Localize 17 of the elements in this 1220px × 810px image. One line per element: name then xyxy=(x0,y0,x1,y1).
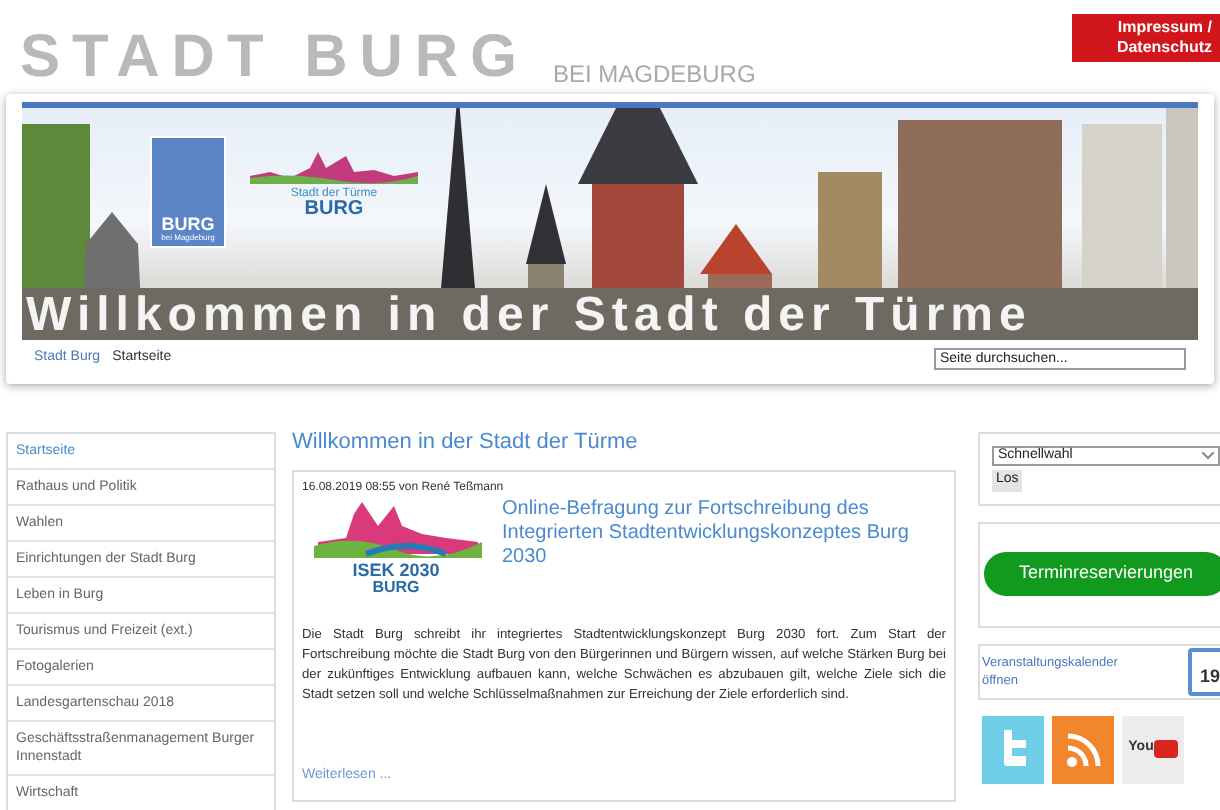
logo-text: BURG xyxy=(161,216,215,234)
logo-text: ISEK 2030 xyxy=(352,561,440,579)
logo-text: BURG xyxy=(372,579,420,595)
chevron-down-icon xyxy=(1202,452,1214,460)
logo-text: BURG xyxy=(304,200,364,220)
site-subtitle: BEI MAGDEBURG xyxy=(552,62,756,86)
twitter-link[interactable] xyxy=(982,715,1044,783)
banner-caption: Willkommen in der Stadt der Türme xyxy=(22,288,1198,340)
tube-logo-icon xyxy=(1153,740,1178,758)
skyline-logo-icon xyxy=(250,148,418,188)
impressum-link[interactable]: Impressum / Datenschutz xyxy=(1072,14,1220,62)
site-title: STADT BURG xyxy=(20,28,529,88)
page-heading: Willkommen in der Stadt der Türme xyxy=(292,428,640,458)
calendar-icon: 19 xyxy=(1188,647,1220,695)
appointment-button[interactable]: Terminreservierungen xyxy=(984,552,1220,596)
rss-link[interactable] xyxy=(1052,715,1114,783)
rss-icon xyxy=(1065,731,1101,767)
